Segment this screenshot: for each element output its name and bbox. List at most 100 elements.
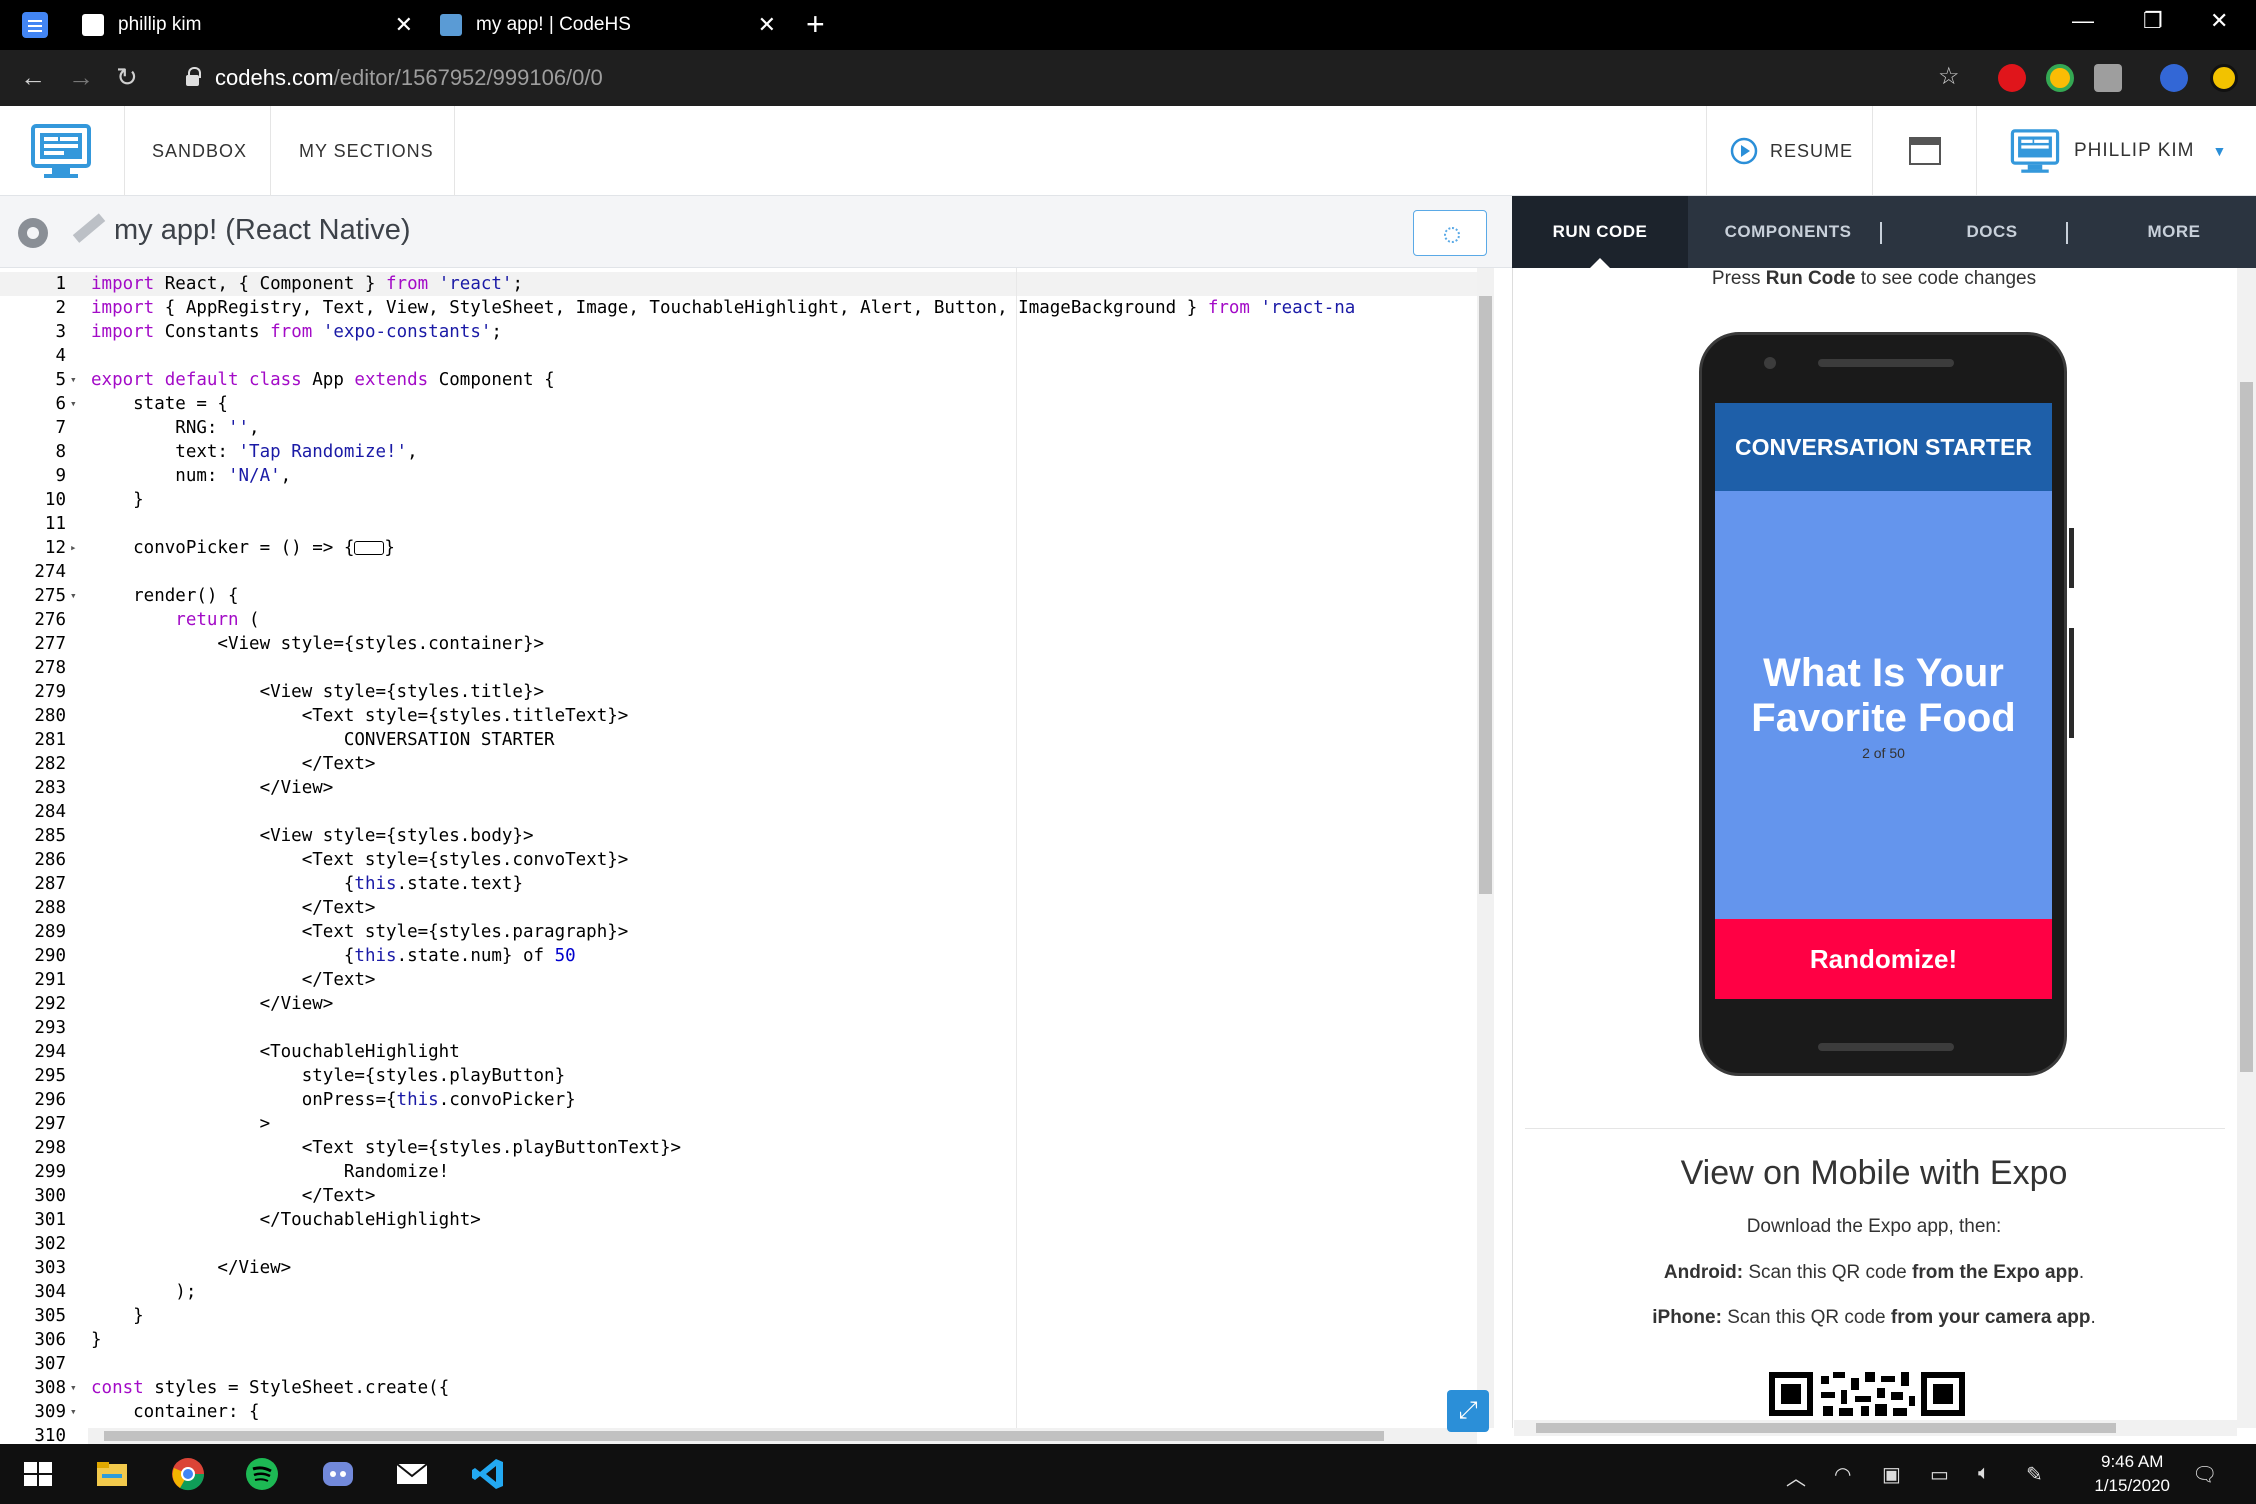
chrome-icon[interactable] — [170, 1456, 206, 1492]
code-line[interactable]: 288 </Text> — [0, 896, 1477, 920]
code-text[interactable]: > — [91, 1112, 271, 1136]
code-line[interactable]: 6 ▾ state = { — [0, 392, 1477, 416]
code-text[interactable]: num: 'N/A', — [91, 464, 291, 488]
spotify-icon[interactable] — [244, 1456, 280, 1492]
randomize-button[interactable]: Randomize! — [1715, 919, 2052, 999]
code-text[interactable]: export default class App extends Compone… — [91, 368, 555, 392]
fold-toggle-icon[interactable]: ▾ — [70, 1376, 77, 1400]
code-line[interactable]: 292 </View> — [0, 992, 1477, 1016]
code-line[interactable]: 280 <Text style={styles.titleText}> — [0, 704, 1477, 728]
code-line[interactable]: 279 <View style={styles.title}> — [0, 680, 1477, 704]
system-clock[interactable]: 9:46 AM 1/15/2020 — [2094, 1450, 2170, 1498]
code-text[interactable]: state = { — [91, 392, 228, 416]
code-line[interactable]: 298 <Text style={styles.playButtonText}> — [0, 1136, 1477, 1160]
code-text[interactable]: } — [91, 488, 144, 512]
resume-button[interactable]: RESUME — [1730, 106, 1853, 196]
program-title[interactable]: my app! (React Native) — [114, 214, 411, 247]
fold-toggle-icon[interactable]: ▾ — [70, 1400, 77, 1424]
code-line[interactable]: 7 RNG: '', — [0, 416, 1477, 440]
code-line[interactable]: 274 — [0, 560, 1477, 584]
code-line[interactable]: 299 Randomize! — [0, 1160, 1477, 1184]
code-line[interactable]: 301 </TouchableHighlight> — [0, 1208, 1477, 1232]
tab-components[interactable]: COMPONENTS — [1688, 196, 1888, 268]
mail-icon[interactable] — [394, 1456, 430, 1492]
code-line[interactable]: 295 style={styles.playButton} — [0, 1064, 1477, 1088]
profile-avatar-icon[interactable] — [2210, 64, 2238, 92]
code-line[interactable]: 286 <Text style={styles.convoText}> — [0, 848, 1477, 872]
scrollbar-thumb[interactable] — [2240, 382, 2253, 1072]
tab-more[interactable]: MORE — [2092, 196, 2256, 268]
fold-toggle-icon[interactable]: ▸ — [70, 536, 77, 560]
code-line[interactable]: 285 <View style={styles.body}> — [0, 824, 1477, 848]
extension-icon[interactable] — [2046, 64, 2074, 92]
discord-icon[interactable] — [320, 1456, 356, 1492]
new-tab-button[interactable]: + — [806, 6, 825, 43]
scrollbar-thumb[interactable] — [1479, 296, 1492, 894]
fold-toggle-icon[interactable]: ▾ — [70, 392, 77, 416]
volume-icon[interactable]: 🔈︎ — [1978, 1462, 1990, 1485]
code-text[interactable]: </TouchableHighlight> — [91, 1208, 481, 1232]
code-text[interactable]: </Text> — [91, 752, 376, 776]
nav-my-sections[interactable]: MY SECTIONS — [299, 106, 434, 196]
code-line[interactable]: 10 } — [0, 488, 1477, 512]
code-line[interactable]: 297 > — [0, 1112, 1477, 1136]
code-text[interactable]: <View style={styles.title}> — [91, 680, 544, 704]
code-editor[interactable]: 1 import React, { Component } from 'react… — [0, 268, 1512, 1444]
code-text[interactable]: <Text style={styles.convoText}> — [91, 848, 629, 872]
fold-toggle-icon[interactable]: ▾ — [70, 368, 77, 392]
code-line[interactable]: 307 — [0, 1352, 1477, 1376]
tab-docs[interactable]: DOCS — [1912, 196, 2072, 268]
save-status-button[interactable] — [1413, 210, 1487, 256]
code-line[interactable]: 308 ▾ const styles = StyleSheet.create({ — [0, 1376, 1477, 1400]
code-line[interactable]: 296 onPress={this.convoPicker} — [0, 1088, 1477, 1112]
bookmark-star-icon[interactable]: ☆ — [1938, 62, 1960, 91]
close-icon[interactable]: ✕ — [758, 12, 776, 38]
code-text[interactable]: } — [91, 1328, 102, 1352]
back-arrow-icon[interactable]: ← — [20, 62, 46, 93]
code-line[interactable]: 275 ▾ render() { — [0, 584, 1477, 608]
code-text[interactable]: </Text> — [91, 968, 376, 992]
reload-icon[interactable]: ↻ — [116, 62, 138, 93]
pencil-icon[interactable] — [72, 213, 106, 243]
code-line[interactable]: 302 — [0, 1232, 1477, 1256]
code-line[interactable]: 309 ▾ container: { — [0, 1400, 1477, 1424]
code-text[interactable]: <Text style={styles.playButtonText}> — [91, 1136, 681, 1160]
extension-icon[interactable] — [2094, 64, 2122, 92]
extension-icon[interactable] — [2160, 64, 2188, 92]
minimize-icon[interactable]: — — [2072, 8, 2094, 34]
battery-icon[interactable]: ▭ — [1930, 1462, 1949, 1487]
code-line[interactable]: 8 text: 'Tap Randomize!', — [0, 440, 1477, 464]
code-text[interactable]: const styles = StyleSheet.create({ — [91, 1376, 449, 1400]
restore-icon[interactable]: ❐ — [2143, 8, 2163, 34]
forward-arrow-icon[interactable]: → — [68, 62, 94, 93]
code-text[interactable]: } — [91, 1304, 144, 1328]
code-line[interactable]: 276 return ( — [0, 608, 1477, 632]
code-text[interactable]: text: 'Tap Randomize!', — [91, 440, 417, 464]
code-text[interactable]: Randomize! — [91, 1160, 449, 1184]
tab-run-code[interactable]: RUN CODE — [1512, 196, 1688, 268]
code-text[interactable]: <View style={styles.body}> — [91, 824, 534, 848]
close-icon[interactable]: ✕ — [395, 12, 413, 38]
code-line[interactable]: 4 — [0, 344, 1477, 368]
code-text[interactable]: return ( — [91, 608, 259, 632]
code-text[interactable]: import Constants from 'expo-constants'; — [91, 320, 502, 344]
fold-toggle-icon[interactable]: ▾ — [70, 584, 77, 608]
code-line[interactable]: 291 </Text> — [0, 968, 1477, 992]
vscode-icon[interactable] — [470, 1456, 506, 1492]
code-text[interactable]: <Text style={styles.paragraph}> — [91, 920, 629, 944]
code-line[interactable]: 281 CONVERSATION STARTER — [0, 728, 1477, 752]
preview-vertical-scrollbar[interactable] — [2237, 268, 2256, 1428]
expand-icon[interactable]: ⤢ — [1447, 1390, 1489, 1432]
code-line[interactable]: 11 — [0, 512, 1477, 536]
code-line[interactable]: 303 </View> — [0, 1256, 1477, 1280]
editor-horizontal-scrollbar[interactable] — [88, 1428, 1477, 1444]
editor-vertical-scrollbar[interactable] — [1477, 268, 1494, 1428]
windows-start-icon[interactable] — [20, 1456, 56, 1492]
code-text[interactable]: import { AppRegistry, Text, View, StyleS… — [91, 296, 1355, 320]
code-text[interactable]: container: { — [91, 1400, 259, 1424]
code-line[interactable]: 287 {this.state.text} — [0, 872, 1477, 896]
notifications-icon[interactable]: 🗨︎ — [2192, 1462, 2217, 1487]
preview-horizontal-scrollbar[interactable] — [1514, 1420, 2237, 1436]
code-line[interactable]: 3 import Constants from 'expo-constants'; — [0, 320, 1477, 344]
code-text[interactable]: style={styles.playButton} — [91, 1064, 565, 1088]
